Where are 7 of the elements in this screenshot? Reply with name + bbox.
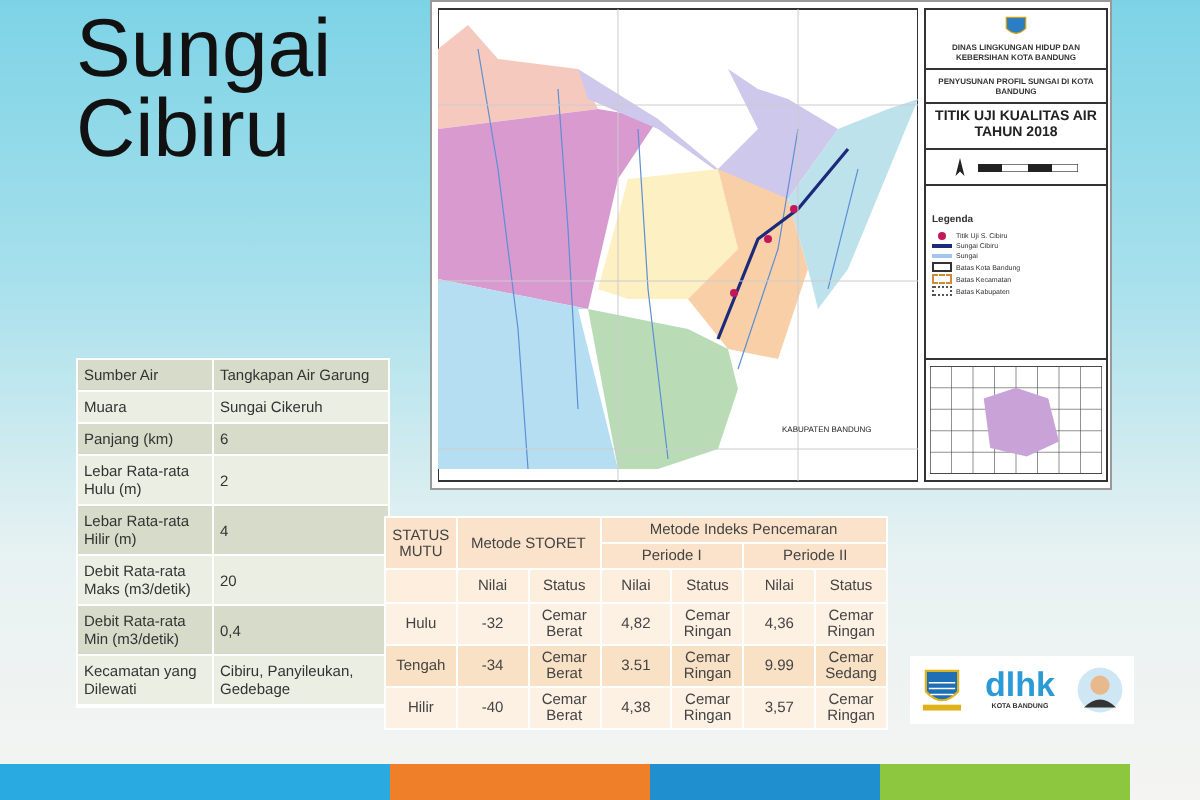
avatar-icon bbox=[1075, 666, 1124, 714]
city-crest-icon bbox=[920, 666, 965, 714]
scale-bar-icon bbox=[978, 163, 1078, 171]
slide-title: Sungai Cibiru bbox=[76, 0, 334, 178]
north-arrow-icon bbox=[954, 156, 966, 178]
dlhk-logo: dlhk bbox=[985, 670, 1055, 702]
crest-icon bbox=[1002, 16, 1030, 38]
